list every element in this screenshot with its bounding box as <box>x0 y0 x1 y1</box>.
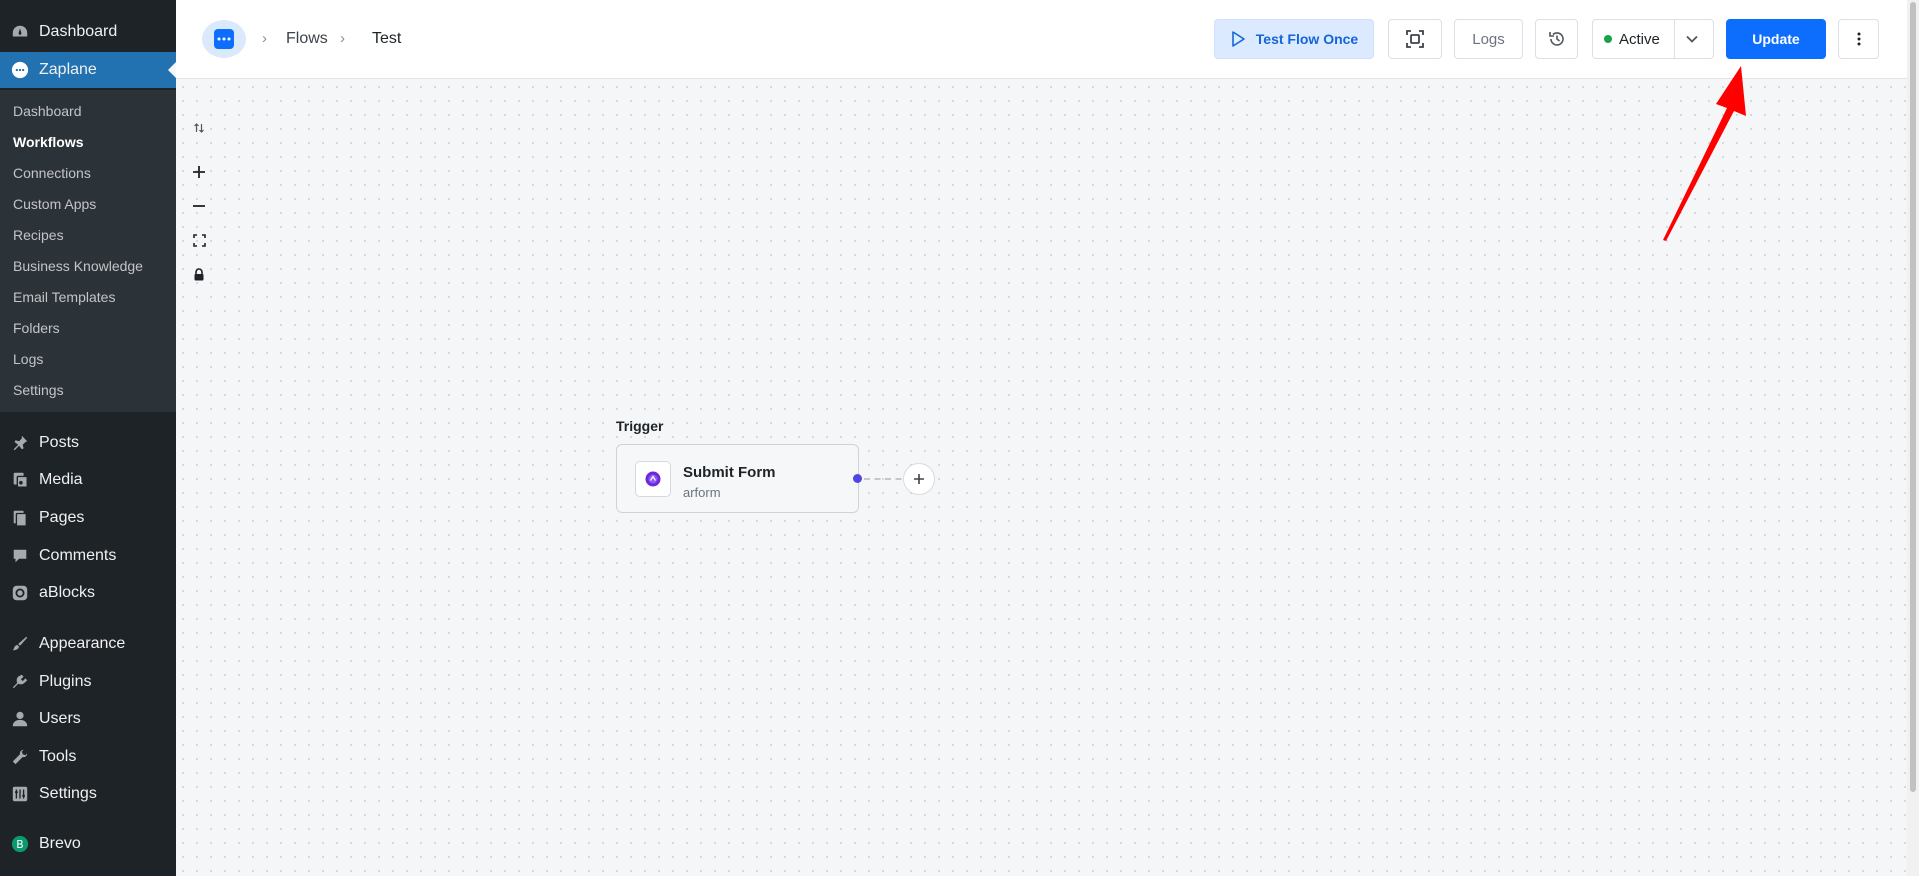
more-vertical-icon <box>1857 32 1860 46</box>
swap-vertical-icon <box>194 123 204 133</box>
menu-label: aBlocks <box>39 584 96 601</box>
submenu-item-custom-apps[interactable]: Custom Apps <box>13 196 96 212</box>
comment-icon <box>10 546 30 566</box>
menu-item-dashboard[interactable]: Dashboard <box>0 14 176 50</box>
menu-item-brevo[interactable]: B Brevo <box>0 826 176 862</box>
zoom-in-control[interactable] <box>191 164 207 180</box>
menu-label: Pages <box>39 509 85 526</box>
menu-item-settings[interactable]: Settings <box>0 776 176 812</box>
zaplane-logo-icon <box>214 29 234 49</box>
plugin-icon <box>10 672 30 692</box>
menu-item-posts[interactable]: Posts <box>0 425 176 461</box>
vertical-scrollbar[interactable] <box>1907 0 1919 876</box>
divider <box>1674 20 1675 58</box>
pushpin-icon <box>10 433 30 453</box>
menu-label: Settings <box>39 785 97 802</box>
scrollbar-thumb[interactable] <box>1910 2 1916 792</box>
menu-label: Appearance <box>39 635 126 652</box>
ablocks-icon <box>10 583 30 603</box>
submenu-item-logs[interactable]: Logs <box>13 351 43 367</box>
menu-item-plugins[interactable]: Plugins <box>0 664 176 700</box>
submenu-item-connections[interactable]: Connections <box>13 165 91 181</box>
admin-sidebar: Dashboard Zaplane Dashboard Workflows Co… <box>0 0 176 876</box>
test-flow-label: Test Flow Once <box>1255 31 1359 47</box>
chevron-down-icon[interactable] <box>1683 30 1701 48</box>
settings-icon <box>10 784 30 804</box>
menu-item-tools[interactable]: Tools <box>0 739 176 775</box>
toggle-direction-control[interactable] <box>191 120 207 136</box>
menu-label: Comments <box>39 547 117 564</box>
history-icon <box>1548 32 1564 46</box>
more-options-button[interactable] <box>1838 19 1879 59</box>
fullscreen-icon <box>192 233 206 247</box>
zaplane-icon <box>10 60 30 80</box>
menu-label: Media <box>39 471 83 488</box>
test-flow-once-button[interactable]: Test Flow Once <box>1214 19 1374 59</box>
breadcrumb-current: Test <box>372 30 402 47</box>
menu-item-appearance[interactable]: Appearance <box>0 626 176 662</box>
submenu-item-dashboard[interactable]: Dashboard <box>13 103 82 119</box>
trigger-label: Trigger <box>616 418 664 434</box>
dashboard-icon <box>10 22 30 42</box>
fit-view-control[interactable] <box>191 232 207 248</box>
minus-icon <box>193 205 205 207</box>
lock-control[interactable] <box>191 266 207 282</box>
trigger-node[interactable]: Submit Form arform <box>616 444 859 513</box>
menu-item-comments[interactable]: Comments <box>0 538 176 574</box>
annotation-arrow-icon <box>1663 66 1746 241</box>
history-button[interactable] <box>1535 19 1578 59</box>
wrench-icon <box>10 747 30 767</box>
menu-label: Users <box>39 710 81 727</box>
paintbrush-icon <box>10 634 30 654</box>
submenu-item-email-templates[interactable]: Email Templates <box>13 289 115 305</box>
status-label: Active <box>1619 30 1660 48</box>
submenu-item-settings[interactable]: Settings <box>13 382 64 398</box>
update-button[interactable]: Update <box>1726 19 1826 59</box>
menu-label: Zaplane <box>39 61 97 78</box>
svg-text:B: B <box>16 838 23 851</box>
zoom-out-control[interactable] <box>191 198 207 214</box>
menu-item-users[interactable]: Users <box>0 701 176 737</box>
submenu-item-folders[interactable]: Folders <box>13 320 60 336</box>
media-icon <box>10 470 30 490</box>
menu-label: Plugins <box>39 673 92 690</box>
logs-button[interactable]: Logs <box>1454 19 1523 59</box>
menu-item-ablocks[interactable]: aBlocks <box>0 575 176 611</box>
status-dropdown[interactable]: Active <box>1592 19 1714 59</box>
menu-item-media[interactable]: Media <box>0 462 176 498</box>
menu-label: Posts <box>39 434 80 451</box>
status-active-dot <box>1604 35 1612 43</box>
menu-label: Dashboard <box>39 23 118 40</box>
node-title: Submit Form <box>683 464 776 481</box>
arform-app-icon <box>635 461 671 497</box>
submenu-item-business-knowledge[interactable]: Business Knowledge <box>13 258 143 274</box>
pages-icon <box>10 508 30 528</box>
chevron-right-icon: › <box>340 30 345 47</box>
play-icon <box>1231 31 1245 47</box>
node-subtitle: arform <box>683 485 721 500</box>
scan-icon <box>1406 30 1424 48</box>
chevron-right-icon: › <box>262 30 267 47</box>
breadcrumb-flows[interactable]: Flows <box>286 30 328 48</box>
menu-label: Tools <box>39 748 77 765</box>
plus-icon <box>193 166 205 178</box>
menu-item-zaplane[interactable]: Zaplane <box>0 52 176 88</box>
submenu-item-workflows[interactable]: Workflows <box>13 134 84 150</box>
user-icon <box>10 709 30 729</box>
submenu-item-recipes[interactable]: Recipes <box>13 227 64 243</box>
plus-icon <box>914 474 924 484</box>
flow-canvas[interactable]: Trigger Submit Form arform <box>176 80 1907 876</box>
zaplane-logo[interactable] <box>202 20 246 58</box>
node-output-handle[interactable] <box>853 474 862 483</box>
brevo-icon: B <box>10 834 30 854</box>
menu-item-pages[interactable]: Pages <box>0 500 176 536</box>
lock-icon <box>194 267 204 280</box>
fit-screen-button[interactable] <box>1388 19 1442 59</box>
menu-label: Brevo <box>39 835 81 852</box>
zaplane-submenu: Dashboard Workflows Connections Custom A… <box>0 90 176 412</box>
add-step-button[interactable] <box>903 463 935 495</box>
